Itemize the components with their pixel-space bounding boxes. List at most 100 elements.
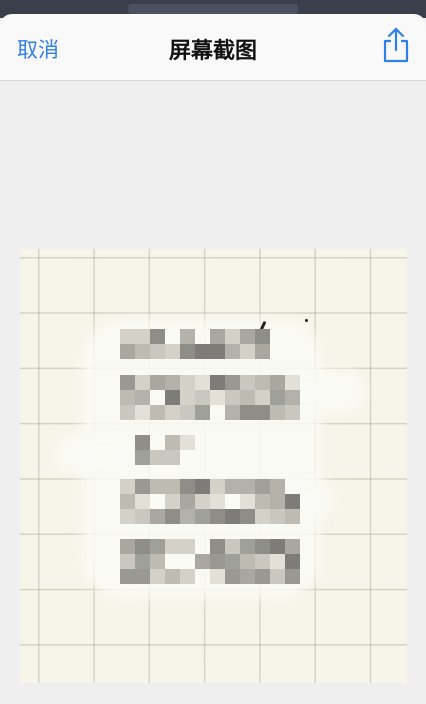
pixel-cell xyxy=(210,344,225,359)
pixel-cell xyxy=(135,390,150,405)
pixel-cell xyxy=(135,450,150,465)
pixel-cell xyxy=(135,479,150,494)
pixel-cell xyxy=(225,479,240,494)
pixel-cell xyxy=(120,479,135,494)
pixel-cell xyxy=(285,375,300,390)
pixel-cell xyxy=(135,435,150,450)
pixel-cell xyxy=(210,539,225,554)
pixel-cell xyxy=(255,479,270,494)
pixel-cell xyxy=(270,554,285,569)
pixel-cell xyxy=(210,479,225,494)
pixel-cell xyxy=(210,509,225,524)
pixel-cell xyxy=(120,494,135,509)
pixel-cell xyxy=(270,405,285,420)
pixel-cell xyxy=(240,405,255,420)
pixel-cell xyxy=(225,539,240,554)
pixel-cell xyxy=(150,554,165,569)
pixel-cell xyxy=(270,509,285,524)
screenshot-preview[interactable] xyxy=(20,249,407,683)
pixel-cell xyxy=(225,344,240,359)
pixel-cell xyxy=(225,509,240,524)
share-button[interactable] xyxy=(380,26,412,64)
pixel-cell xyxy=(285,494,300,509)
pixel-cell xyxy=(180,569,195,584)
status-bar-blurred-title xyxy=(128,4,298,14)
pixel-cell xyxy=(135,375,150,390)
pixel-cell xyxy=(165,435,180,450)
pixel-cell xyxy=(120,390,135,405)
pixel-cell xyxy=(180,539,195,554)
pixel-cell xyxy=(255,509,270,524)
pixel-cell xyxy=(195,390,210,405)
pixel-cell xyxy=(270,569,285,584)
pixel-cell xyxy=(240,479,255,494)
navigation-bar: 取消 屏幕截图 xyxy=(0,14,426,81)
pixel-cell xyxy=(240,554,255,569)
pixel-cell xyxy=(255,405,270,420)
pixel-cell xyxy=(150,344,165,359)
pixel-cell xyxy=(285,509,300,524)
pixel-cell xyxy=(180,390,195,405)
pixel-cell xyxy=(120,509,135,524)
pixel-cell xyxy=(270,479,285,494)
pixel-cell xyxy=(135,539,150,554)
pixel-cell xyxy=(135,554,150,569)
share-icon xyxy=(383,27,409,63)
pixel-cell xyxy=(195,435,210,450)
pixel-cell xyxy=(255,494,270,509)
pixel-cell xyxy=(180,329,195,344)
pixel-cell xyxy=(120,539,135,554)
pixel-cell xyxy=(180,509,195,524)
pixel-cell xyxy=(150,539,165,554)
pixel-cell xyxy=(165,329,180,344)
pixel-cell xyxy=(255,390,270,405)
pixel-cell xyxy=(150,435,165,450)
pixel-cell xyxy=(135,509,150,524)
pixel-cell xyxy=(180,554,195,569)
pixel-cell xyxy=(150,405,165,420)
pixel-cell xyxy=(240,390,255,405)
pixel-cell xyxy=(255,329,270,344)
ink-dot xyxy=(305,319,308,322)
pixel-cell xyxy=(255,569,270,584)
pixel-cell xyxy=(195,554,210,569)
pixel-cell xyxy=(255,554,270,569)
pixel-cell xyxy=(165,494,180,509)
pixel-cell xyxy=(135,405,150,420)
pixel-cell xyxy=(270,375,285,390)
pixel-cell xyxy=(210,569,225,584)
pixel-cell xyxy=(240,375,255,390)
pixel-cell xyxy=(165,450,180,465)
page-title: 屏幕截图 xyxy=(168,39,257,64)
pixel-cell xyxy=(195,405,210,420)
pixel-cell xyxy=(120,405,135,420)
pixel-cell xyxy=(120,329,135,344)
pixel-cell xyxy=(165,479,180,494)
pixel-cell xyxy=(285,554,300,569)
pixel-cell xyxy=(165,509,180,524)
pixel-cell xyxy=(165,539,180,554)
pixelated-text-line xyxy=(120,479,300,524)
pixel-cell xyxy=(195,344,210,359)
pixel-cell xyxy=(180,405,195,420)
pixel-cell xyxy=(150,390,165,405)
pixelated-text-line xyxy=(120,329,270,359)
pixel-cell xyxy=(180,375,195,390)
pixel-cell xyxy=(195,479,210,494)
pixel-cell xyxy=(270,539,285,554)
pixel-cell xyxy=(195,509,210,524)
pixel-cell xyxy=(180,494,195,509)
pixel-cell xyxy=(225,554,240,569)
pixel-cell xyxy=(225,375,240,390)
pixel-cell xyxy=(120,344,135,359)
pixel-cell xyxy=(135,329,150,344)
pixel-cell xyxy=(120,375,135,390)
pixel-cell xyxy=(150,450,165,465)
pixelated-text-line xyxy=(120,539,300,584)
pixel-cell xyxy=(240,569,255,584)
pixel-cell xyxy=(135,569,150,584)
pixel-cell xyxy=(225,390,240,405)
pixel-cell xyxy=(165,344,180,359)
pixel-cell xyxy=(225,569,240,584)
pixel-cell xyxy=(225,405,240,420)
